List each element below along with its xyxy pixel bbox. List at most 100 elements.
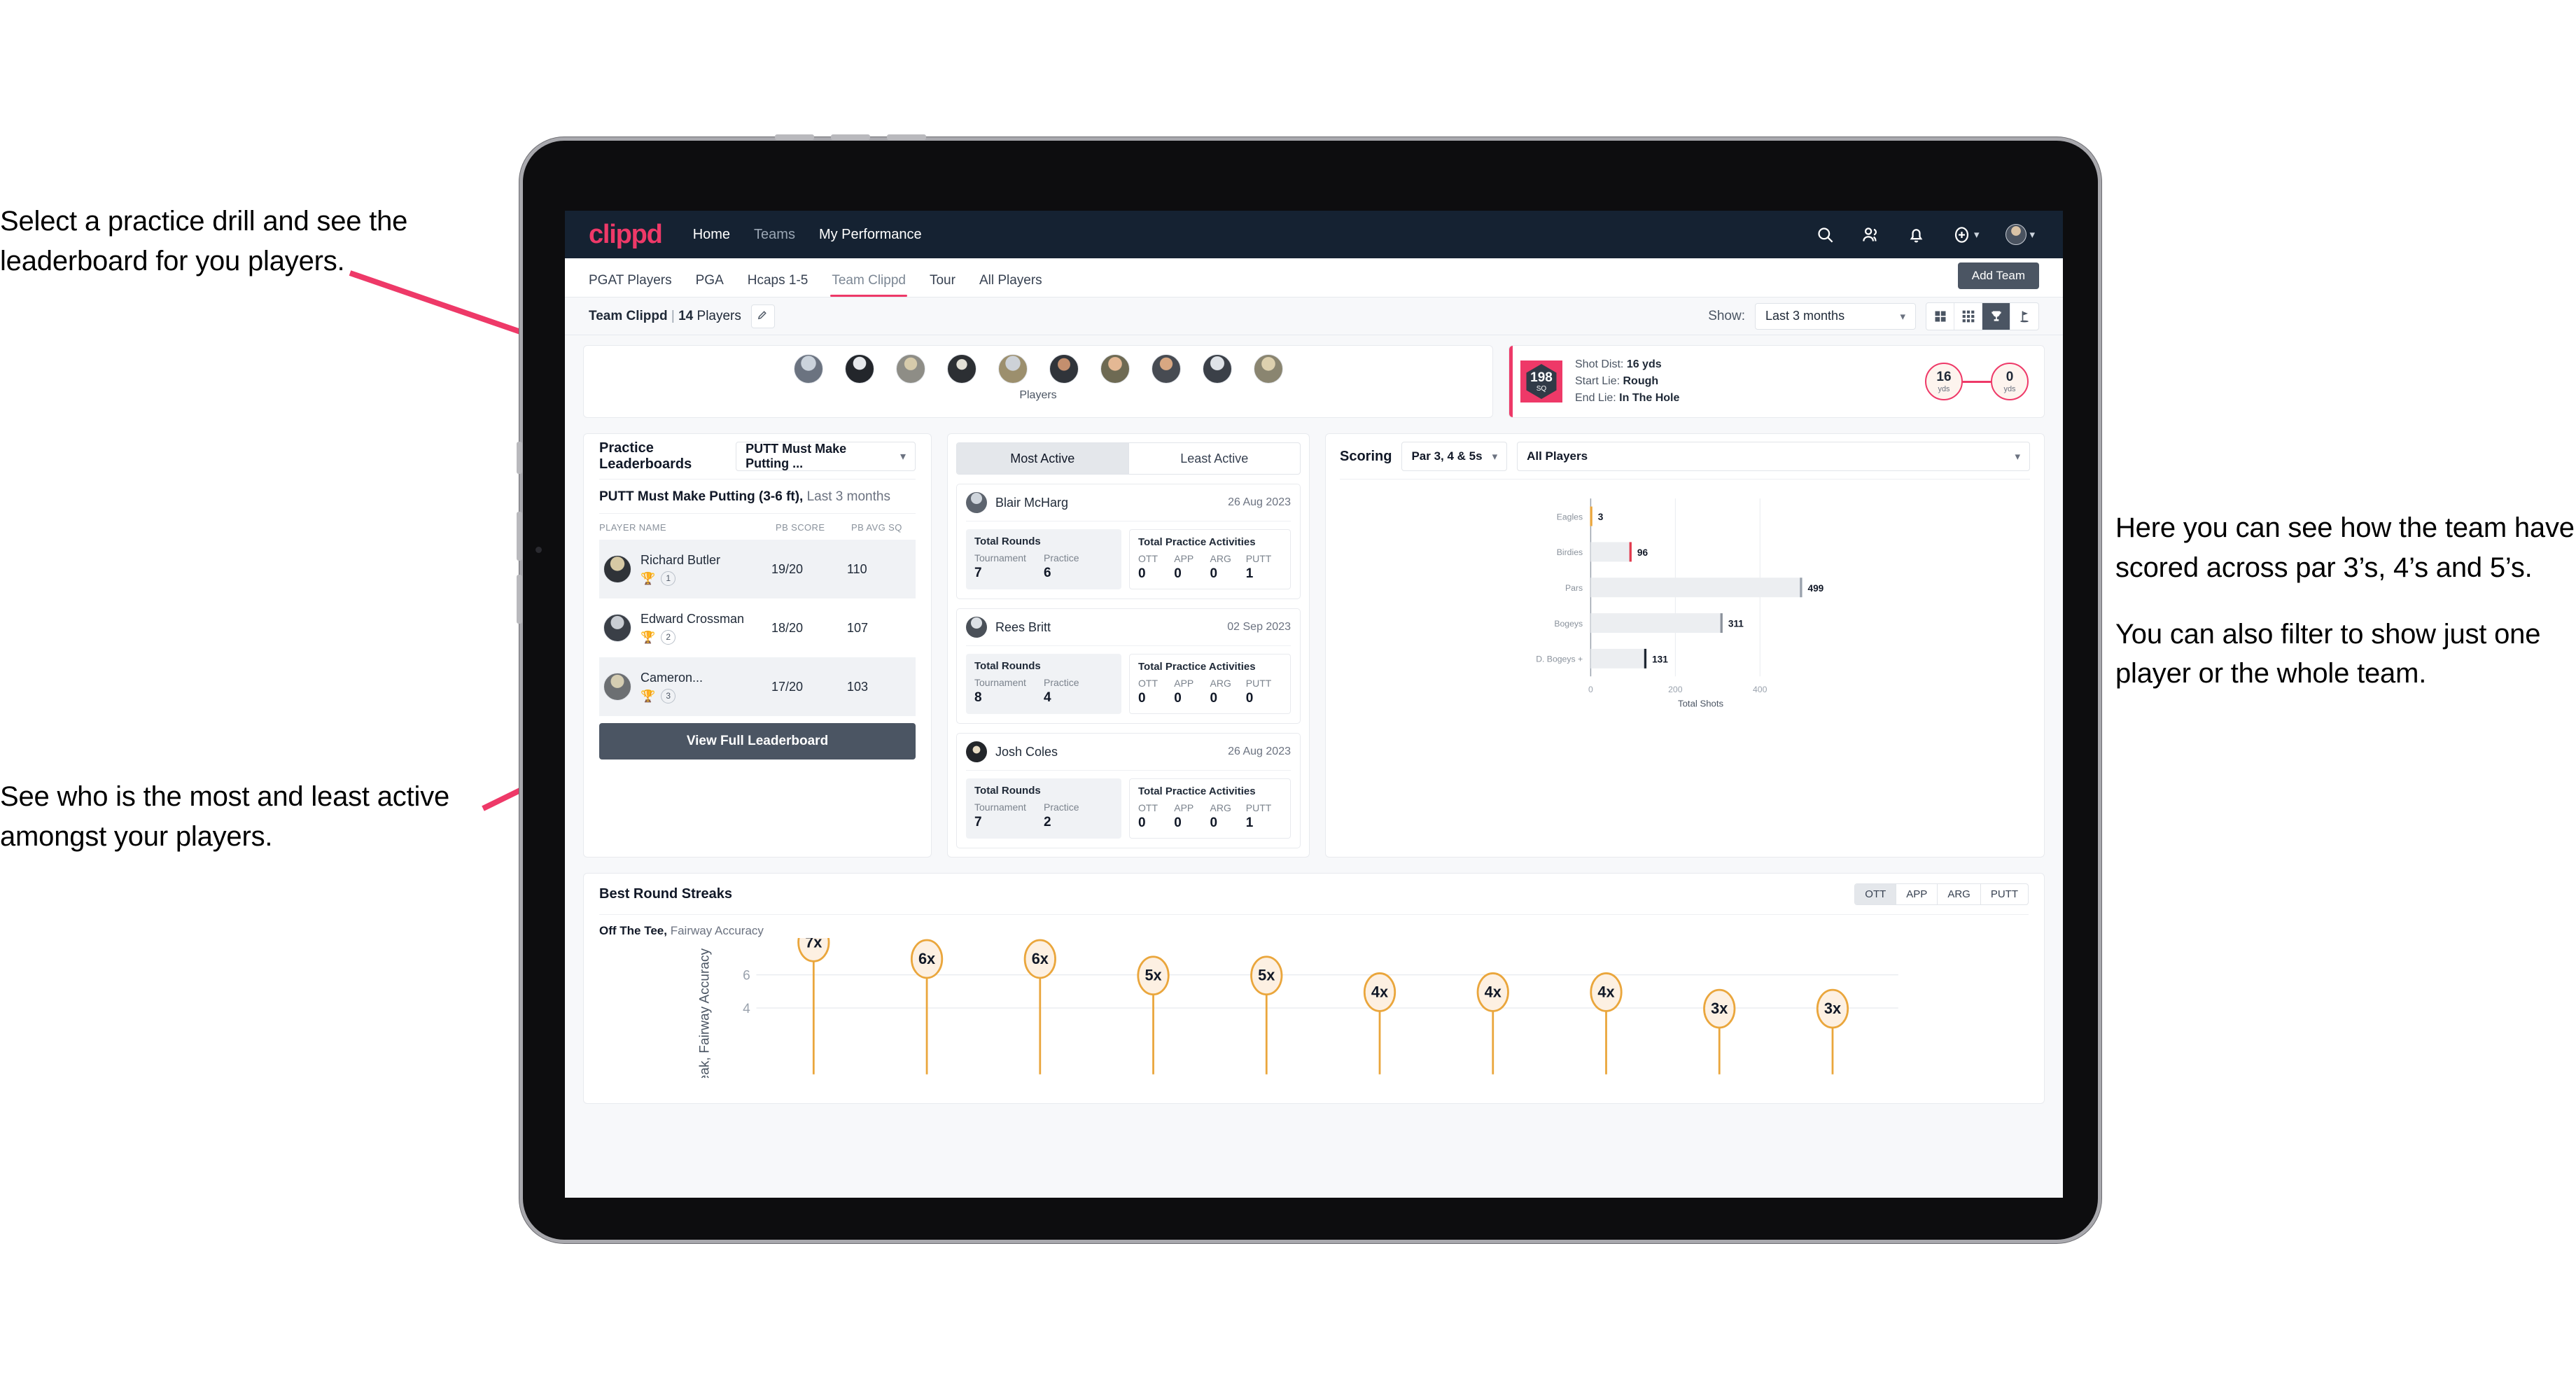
label-arg: ARG xyxy=(1210,553,1231,564)
view-toggle-grid-small[interactable] xyxy=(1954,302,1982,330)
profile-menu[interactable]: ▾ xyxy=(2005,224,2035,245)
table-row[interactable]: Richard Butler 🏆 1 19/20 110 xyxy=(599,540,916,598)
svg-text:3x: 3x xyxy=(1824,1000,1841,1017)
tab-pga[interactable]: PGA xyxy=(696,273,724,297)
view-toggle-trophy[interactable] xyxy=(1982,302,2010,330)
tablet-device-frame: clippd Home Teams My Performance ▾ ▾ PGA… xyxy=(517,134,2101,1243)
plus-circle-icon[interactable] xyxy=(1952,225,1971,244)
player-name: Cameron... xyxy=(640,670,704,685)
label-arg: ARG xyxy=(1210,802,1231,813)
nav-link-home[interactable]: Home xyxy=(693,227,730,243)
avatar[interactable] xyxy=(946,354,976,384)
device-volume-down-button xyxy=(517,575,522,624)
chevron-down-icon: ▾ xyxy=(1492,451,1498,463)
toggle-ott[interactable]: OTT xyxy=(1855,883,1897,904)
view-toggle-group xyxy=(1926,302,2039,330)
total-rounds-box: Total Rounds Tournament Practice 8 4 xyxy=(966,654,1121,714)
chevron-down-icon: ▾ xyxy=(2029,229,2035,241)
streaks-sub-bold: Off The Tee, xyxy=(599,924,667,937)
add-menu[interactable]: ▾ xyxy=(1952,225,1980,244)
value-ott: 0 xyxy=(1138,566,1146,581)
sq-unit: SQ xyxy=(1536,384,1547,393)
scoring-bar-chart: Eagles 3 Birdies 96 Pars 499 Bogeys 311 D. Bogey… xyxy=(1340,479,2030,717)
chevron-down-icon: ▾ xyxy=(1973,229,1980,241)
view-toggle-grid-large[interactable] xyxy=(1926,302,1954,330)
date-range-select[interactable]: Last 3 months ▾ xyxy=(1755,302,1916,330)
svg-text:Total Shots: Total Shots xyxy=(1678,699,1724,709)
search-icon[interactable] xyxy=(1816,225,1835,244)
avatar[interactable] xyxy=(1100,354,1130,384)
avatar[interactable] xyxy=(2005,224,2027,245)
avatar[interactable] xyxy=(997,354,1028,384)
list-item[interactable]: Blair McHarg 26 Aug 2023 Total Rounds To… xyxy=(956,484,1301,599)
tab-tour[interactable]: Tour xyxy=(930,273,955,297)
scoring-chart-svg: Eagles 3 Birdies 96 Pars 499 Bogeys 311 D. Bogey… xyxy=(1536,498,1824,709)
date-range-value: Last 3 months xyxy=(1765,309,1845,323)
label-ott: OTT xyxy=(1138,802,1158,813)
player-filter-value: All Players xyxy=(1527,449,1588,463)
svg-text:3x: 3x xyxy=(1711,1000,1728,1017)
tab-team-clippd[interactable]: Team Clippd xyxy=(830,273,907,297)
streaks-title: Best Round Streaks xyxy=(599,886,733,902)
avatar[interactable] xyxy=(1049,354,1079,384)
clippd-logo[interactable]: clippd xyxy=(589,220,663,250)
nav-link-my-performance[interactable]: My Performance xyxy=(819,227,922,243)
svg-text:6x: 6x xyxy=(1032,950,1049,967)
tab-all-players[interactable]: All Players xyxy=(979,273,1042,297)
tab-hcaps-1-5[interactable]: Hcaps 1-5 xyxy=(748,273,808,297)
table-row[interactable]: Edward Crossman 🏆 2 18/20 107 xyxy=(599,598,916,657)
svg-text:Eagles: Eagles xyxy=(1557,512,1583,522)
tab-pgat-players[interactable]: PGAT Players xyxy=(589,273,672,297)
table-row[interactable]: Cameron... 🏆 3 17/20 103 xyxy=(599,657,916,716)
list-item[interactable]: Rees Britt 02 Sep 2023 Total Rounds Tour… xyxy=(956,608,1301,724)
toggle-putt[interactable]: PUTT xyxy=(1981,884,2028,904)
svg-text:0: 0 xyxy=(1588,685,1593,694)
toggle-app[interactable]: APP xyxy=(1896,883,1938,904)
par-select[interactable]: Par 3, 4 & 5s ▾ xyxy=(1401,442,1508,471)
svg-text:7x: 7x xyxy=(805,938,822,951)
practice-values: 0 0 0 1 xyxy=(1138,816,1282,831)
annotation-scoring: Here you can see how the team have score… xyxy=(2115,508,2576,694)
annotation-text: Here you can see how the team have score… xyxy=(2115,512,2575,583)
edit-team-button[interactable] xyxy=(750,304,775,328)
player-filter-select[interactable]: All Players ▾ xyxy=(1517,442,2030,471)
player-name: Josh Coles xyxy=(995,744,1058,759)
rounds-labels: Tournament Practice xyxy=(974,552,1113,564)
streaks-subtitle: Off The Tee, Fairway Accuracy xyxy=(599,914,2029,938)
drill-select[interactable]: PUTT Must Make Putting ... ▾ xyxy=(736,442,916,471)
svg-text:6: 6 xyxy=(743,969,750,983)
activity-date: 26 Aug 2023 xyxy=(1228,496,1291,508)
list-item[interactable]: Josh Coles 26 Aug 2023 Total Rounds Tour… xyxy=(956,733,1301,848)
view-toggle-flag[interactable] xyxy=(2010,303,2038,330)
chevron-down-icon: ▾ xyxy=(1900,310,1905,323)
team-sub-bar: Team Clippd | 14 Players Show: Last 3 mo… xyxy=(565,298,2063,335)
avatar[interactable] xyxy=(895,354,925,384)
toggle-arg[interactable]: ARG xyxy=(1938,883,1981,904)
streaks-category-toggle: OTT APP ARG PUTT xyxy=(1854,883,2029,905)
end-lie-row: End Lie: In The Hole xyxy=(1575,390,1679,407)
add-team-button[interactable]: Add Team xyxy=(1957,262,2039,289)
avatar xyxy=(603,555,631,583)
end-lie-value: In The Hole xyxy=(1619,392,1680,404)
streaks-header: Best Round Streaks OTT APP ARG PUTT xyxy=(599,874,2029,914)
svg-text:4x: 4x xyxy=(1371,983,1388,1000)
shot-distance-diagram: 16 yds 0 yds xyxy=(1925,363,2029,400)
avatar[interactable] xyxy=(1253,354,1283,384)
practice-values: 0 0 0 0 xyxy=(1138,691,1282,706)
tab-least-active[interactable]: Least Active xyxy=(1128,443,1301,474)
bell-icon[interactable] xyxy=(1907,225,1926,244)
activity-item-header: Rees Britt 02 Sep 2023 xyxy=(966,617,1291,638)
avatar[interactable] xyxy=(844,354,874,384)
avatar[interactable] xyxy=(1151,354,1181,384)
people-icon[interactable] xyxy=(1861,225,1880,244)
svg-text:4x: 4x xyxy=(1485,983,1502,1000)
player-name: Richard Butler xyxy=(640,552,721,567)
avatar[interactable] xyxy=(793,354,823,384)
view-full-leaderboard-button[interactable]: View Full Leaderboard xyxy=(599,723,916,760)
trophy-icon: 🏆 xyxy=(640,689,656,703)
shot-dist-row: Shot Dist: 16 yds xyxy=(1575,356,1679,373)
tab-most-active[interactable]: Most Active xyxy=(957,443,1128,474)
nav-link-teams[interactable]: Teams xyxy=(754,227,795,243)
avatar[interactable] xyxy=(1202,354,1232,384)
shot-detail-card: 198 SQ Shot Dist: 16 yds Start Lie: Roug… xyxy=(1508,345,2045,418)
